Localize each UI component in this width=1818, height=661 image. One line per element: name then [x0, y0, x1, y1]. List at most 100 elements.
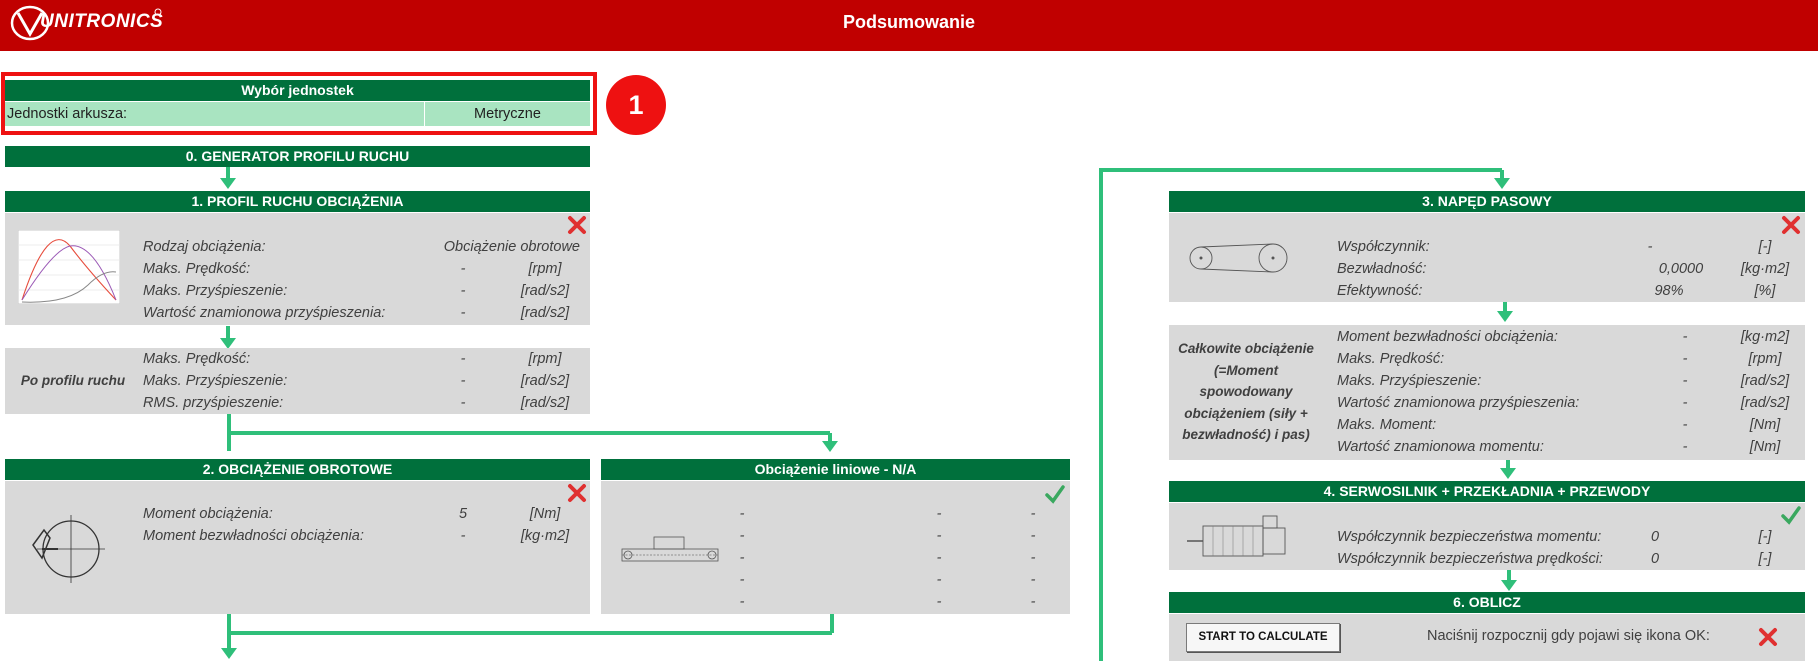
- rated-accel-value: -: [460, 305, 466, 321]
- load-type-value: Obciążenie obrotowe: [443, 239, 580, 255]
- total-max-speed-unit: [rpm]: [1748, 351, 1782, 367]
- linear-row-4-col-2: -: [936, 572, 942, 588]
- linear-row-1-col-1: -: [739, 506, 745, 522]
- linear-row-2-col-1: -: [739, 528, 745, 544]
- total-load-label: Całkowite obciążenie (=Moment spowodowan…: [1178, 341, 1314, 442]
- belt-efficiency-label: Efektywność:: [1337, 283, 1423, 299]
- max-speed-value: -: [460, 261, 466, 277]
- after-rms-accel-value: -: [460, 395, 466, 411]
- units-label: Jednostki arkusza:: [7, 106, 128, 122]
- rotary-disc-icon: [32, 515, 105, 583]
- max-accel-unit: [rad/s2]: [520, 283, 570, 299]
- load-profile-header[interactable]: 1. PROFIL RUCHU OBCIĄŻENIA: [5, 191, 590, 212]
- check-icon: [1781, 506, 1801, 525]
- max-accel-value: -: [460, 283, 466, 299]
- after-profile-label: Po profilu ruchu: [20, 373, 126, 388]
- linear-row-5-col-1: -: [739, 594, 745, 610]
- linear-row-4-col-1: -: [739, 572, 745, 588]
- load-torque-value: 5: [458, 506, 468, 522]
- motion-profile-chart-thumbnail: [18, 230, 120, 304]
- belt-ratio-unit: [-]: [1758, 239, 1772, 255]
- servo-motor-icon: [1187, 515, 1286, 557]
- load-torque-label: Moment obciążenia:: [143, 506, 273, 522]
- x-icon: [568, 216, 586, 234]
- linear-row-2-col-2: -: [936, 528, 942, 544]
- total-max-accel-unit: [rad/s2]: [1740, 373, 1790, 389]
- belt-efficiency-unit: [%]: [1754, 283, 1776, 299]
- x-icon: [568, 484, 586, 502]
- linear-row-4-col-3: -: [1030, 572, 1036, 588]
- rated-accel-label: Wartość znamionowa przyśpieszenia:: [143, 305, 386, 321]
- linear-row-3-col-2: -: [936, 550, 942, 566]
- x-icon: [1782, 216, 1800, 234]
- belt-ratio-label: Współczynnik:: [1337, 239, 1430, 255]
- total-inertia-unit: [kg·m2]: [1740, 329, 1790, 345]
- speed-safety-unit: [-]: [1758, 551, 1772, 567]
- after-rms-accel-label: RMS. przyśpieszenie:: [143, 395, 284, 411]
- total-max-torque-unit: [Nm]: [1749, 417, 1781, 433]
- total-inertia-label: Moment bezwładności obciążenia:: [1337, 329, 1558, 345]
- linear-row-1-col-2: -: [936, 506, 942, 522]
- load-inertia-unit: [kg·m2]: [520, 528, 570, 544]
- speed-safety-value: 0: [1650, 551, 1660, 567]
- total-rated-torque-unit: [Nm]: [1749, 439, 1781, 455]
- linear-row-3-col-3: -: [1030, 550, 1036, 566]
- linear-row-5-col-2: -: [936, 594, 942, 610]
- after-max-speed-unit: [rpm]: [528, 351, 562, 367]
- max-speed-unit: [rpm]: [528, 261, 562, 277]
- total-rated-accel-value: -: [1682, 395, 1688, 411]
- check-icon: [1045, 485, 1065, 504]
- x-icon: [1759, 628, 1777, 646]
- linear-row-1-col-3: -: [1030, 506, 1036, 522]
- start-calculate-button[interactable]: START TO CALCULATE: [1186, 623, 1340, 652]
- after-max-accel-value: -: [460, 373, 466, 389]
- after-rms-accel-unit: [rad/s2]: [520, 395, 570, 411]
- linear-row-3-col-1: -: [739, 550, 745, 566]
- belt-inertia-value: 0,0000: [1658, 261, 1704, 277]
- units-select[interactable]: Metryczne: [425, 106, 590, 122]
- servo-header[interactable]: 4. SERWOSILNIK + PRZEKŁADNIA + PRZEWODY: [1169, 481, 1805, 502]
- rotary-load-header[interactable]: 2. OBCIĄŻENIE OBROTOWE: [5, 459, 590, 480]
- max-speed-label: Maks. Prędkość:: [143, 261, 251, 277]
- linear-load-header[interactable]: Obciążenie liniowe - N/A: [601, 459, 1070, 480]
- total-max-torque-label: Maks. Moment:: [1337, 417, 1437, 433]
- after-max-accel-unit: [rad/s2]: [520, 373, 570, 389]
- linear-row-2-col-3: -: [1030, 528, 1036, 544]
- speed-safety-label: Współczynnik bezpieczeństwa prędkości:: [1337, 551, 1603, 567]
- total-rated-accel-label: Wartość znamionowa przyśpieszenia:: [1337, 395, 1580, 411]
- belt-inertia-label: Bezwładność:: [1337, 261, 1427, 277]
- load-inertia-label: Moment bezwładności obciążenia:: [143, 528, 364, 544]
- load-type-label: Rodzaj obciążenia:: [143, 239, 266, 255]
- total-max-torque-value: -: [1682, 417, 1688, 433]
- total-max-speed-value: -: [1682, 351, 1688, 367]
- total-max-speed-label: Maks. Prędkość:: [1337, 351, 1445, 367]
- load-inertia-value: -: [460, 528, 466, 544]
- total-rated-torque-label: Wartość znamionowa momentu:: [1337, 439, 1544, 455]
- load-torque-unit: [Nm]: [529, 506, 561, 522]
- belt-ratio-value: -: [1647, 239, 1653, 255]
- belt-pulley-icon: [1189, 243, 1288, 273]
- units-title: Wybór jednostek: [5, 80, 590, 101]
- after-max-accel-label: Maks. Przyśpieszenie:: [143, 373, 288, 389]
- belt-inertia-unit: [kg·m2]: [1740, 261, 1790, 277]
- belt-drive-header[interactable]: 3. NAPĘD PASOWY: [1169, 191, 1805, 212]
- motion-profile-generator-header[interactable]: 0. GENERATOR PROFILU RUCHU: [5, 146, 590, 167]
- rated-accel-unit: [rad/s2]: [520, 305, 570, 321]
- total-max-accel-label: Maks. Przyśpieszenie:: [1337, 373, 1482, 389]
- step-marker: 1: [606, 75, 666, 135]
- after-max-speed-value: -: [460, 351, 466, 367]
- linear-row-5-col-3: -: [1030, 594, 1036, 610]
- after-max-speed-label: Maks. Prędkość:: [143, 351, 251, 367]
- calculate-header: 6. OBLICZ: [1169, 592, 1805, 613]
- max-accel-label: Maks. Przyśpieszenie:: [143, 283, 288, 299]
- calculate-hint: Naciśnij rozpocznij gdy pojawi się ikona…: [1427, 628, 1710, 644]
- torque-safety-unit: [-]: [1758, 529, 1772, 545]
- total-rated-torque-value: -: [1682, 439, 1688, 455]
- total-rated-accel-unit: [rad/s2]: [1740, 395, 1790, 411]
- belt-efficiency-value: 98%: [1654, 283, 1684, 299]
- total-inertia-value: -: [1682, 329, 1688, 345]
- linear-actuator-icon: [621, 536, 719, 562]
- total-max-accel-value: -: [1682, 373, 1688, 389]
- torque-safety-label: Współczynnik bezpieczeństwa momentu:: [1337, 529, 1602, 545]
- torque-safety-value: 0: [1650, 529, 1660, 545]
